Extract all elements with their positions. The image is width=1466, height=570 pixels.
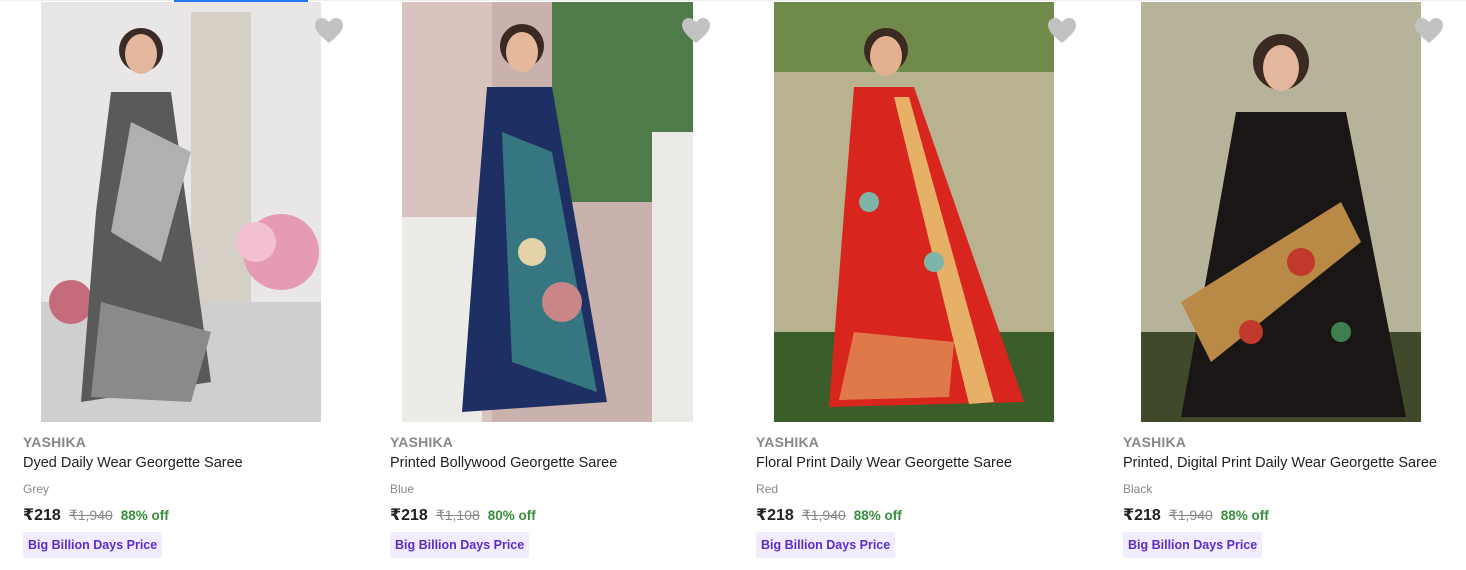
brand-name: YASHIKA	[23, 434, 87, 450]
product-color: Blue	[390, 482, 415, 496]
wishlist-heart-icon[interactable]	[1047, 17, 1077, 45]
product-image[interactable]	[1141, 2, 1421, 422]
discount-label: 80% off	[487, 508, 536, 523]
original-price: ₹1,940	[1168, 507, 1213, 523]
saree-image-blue	[402, 2, 693, 422]
product-grid: YASHIKA Dyed Daily Wear Georgette Saree …	[0, 0, 1466, 570]
product-color: Red	[756, 482, 779, 496]
selling-price: ₹218	[1123, 507, 1161, 524]
original-price: ₹1,108	[435, 507, 480, 523]
product-color: Black	[1123, 482, 1153, 496]
product-card[interactable]: YASHIKA Dyed Daily Wear Georgette Saree …	[0, 0, 366, 570]
discount-label: 88% off	[1220, 508, 1269, 523]
product-card[interactable]: YASHIKA Printed Bollywood Georgette Sare…	[367, 0, 733, 570]
price-row: ₹218 ₹1,108 80% off	[390, 505, 536, 525]
wishlist-heart-icon[interactable]	[1414, 17, 1444, 45]
saree-image-black	[1141, 2, 1421, 422]
price-row: ₹218 ₹1,940 88% off	[1123, 505, 1269, 525]
saree-image-red	[774, 2, 1054, 422]
original-price: ₹1,940	[68, 507, 113, 523]
selling-price: ₹218	[390, 507, 428, 524]
wishlist-heart-icon[interactable]	[314, 17, 344, 45]
product-title[interactable]: Floral Print Daily Wear Georgette Saree	[756, 455, 1076, 471]
brand-name: YASHIKA	[390, 434, 454, 450]
product-image[interactable]	[774, 2, 1054, 422]
wishlist-heart-icon[interactable]	[681, 17, 711, 45]
product-image[interactable]	[41, 2, 321, 422]
brand-name: YASHIKA	[756, 434, 820, 450]
product-title[interactable]: Printed Bollywood Georgette Saree	[390, 455, 710, 471]
product-card[interactable]: YASHIKA Floral Print Daily Wear Georgett…	[733, 0, 1099, 570]
offer-badge: Big Billion Days Price	[23, 532, 163, 558]
product-title[interactable]: Printed, Digital Print Daily Wear George…	[1123, 455, 1443, 471]
discount-label: 88% off	[853, 508, 902, 523]
discount-label: 88% off	[120, 508, 169, 523]
price-row: ₹218 ₹1,940 88% off	[23, 505, 169, 525]
selling-price: ₹218	[756, 507, 794, 524]
product-card[interactable]: YASHIKA Printed, Digital Print Daily Wea…	[1100, 0, 1466, 570]
price-row: ₹218 ₹1,940 88% off	[756, 505, 902, 525]
original-price: ₹1,940	[801, 507, 846, 523]
offer-badge: Big Billion Days Price	[756, 532, 896, 558]
product-image[interactable]	[402, 2, 693, 422]
product-title[interactable]: Dyed Daily Wear Georgette Saree	[23, 455, 343, 471]
saree-image-grey	[41, 2, 321, 422]
product-color: Grey	[23, 482, 50, 496]
brand-name: YASHIKA	[1123, 434, 1187, 450]
offer-badge: Big Billion Days Price	[1123, 532, 1263, 558]
selling-price: ₹218	[23, 507, 61, 524]
offer-badge: Big Billion Days Price	[390, 532, 530, 558]
